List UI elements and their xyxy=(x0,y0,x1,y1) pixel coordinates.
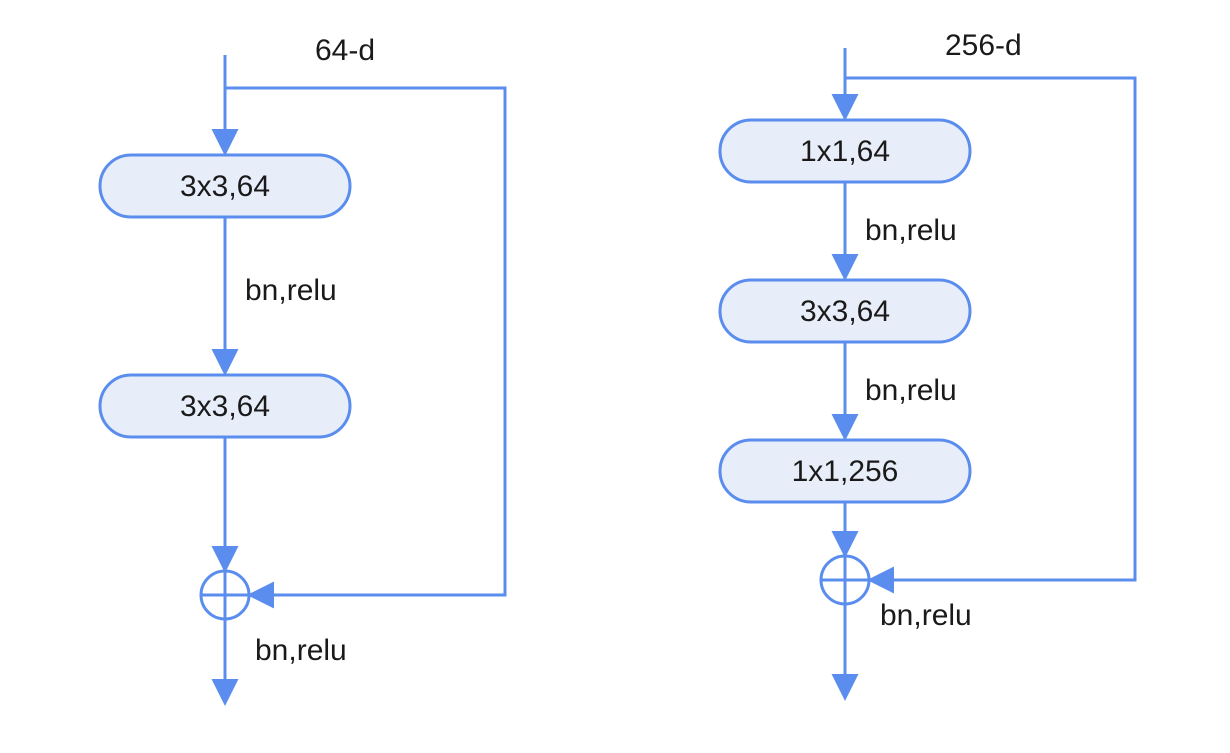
left-diagram: 64-d 3x3,64 bn,relu 3x3,64 bn,relu xyxy=(100,34,505,700)
conv-block-right-1-label: 1x1,64 xyxy=(800,135,890,168)
bottom-label-right: bn,relu xyxy=(880,599,972,632)
right-diagram: 256-d 1x1,64 bn,relu 3x3,64 bn,relu 1x1,… xyxy=(720,29,1135,695)
conv-block-left-1-label: 3x3,64 xyxy=(180,170,270,203)
edge-right-1-label: bn,relu xyxy=(865,214,957,247)
conv-block-left-2-label: 3x3,64 xyxy=(180,390,270,423)
add-op-left xyxy=(201,571,249,619)
top-label-left: 64-d xyxy=(315,34,375,67)
top-label-right: 256-d xyxy=(945,29,1022,62)
conv-block-right-2-label: 3x3,64 xyxy=(800,295,890,328)
bottom-label-left: bn,relu xyxy=(255,634,347,667)
add-op-right xyxy=(821,556,869,604)
conv-block-right-3-label: 1x1,256 xyxy=(792,455,899,488)
edge-right-2-label: bn,relu xyxy=(865,374,957,407)
edge-left-1-label: bn,relu xyxy=(245,274,337,307)
